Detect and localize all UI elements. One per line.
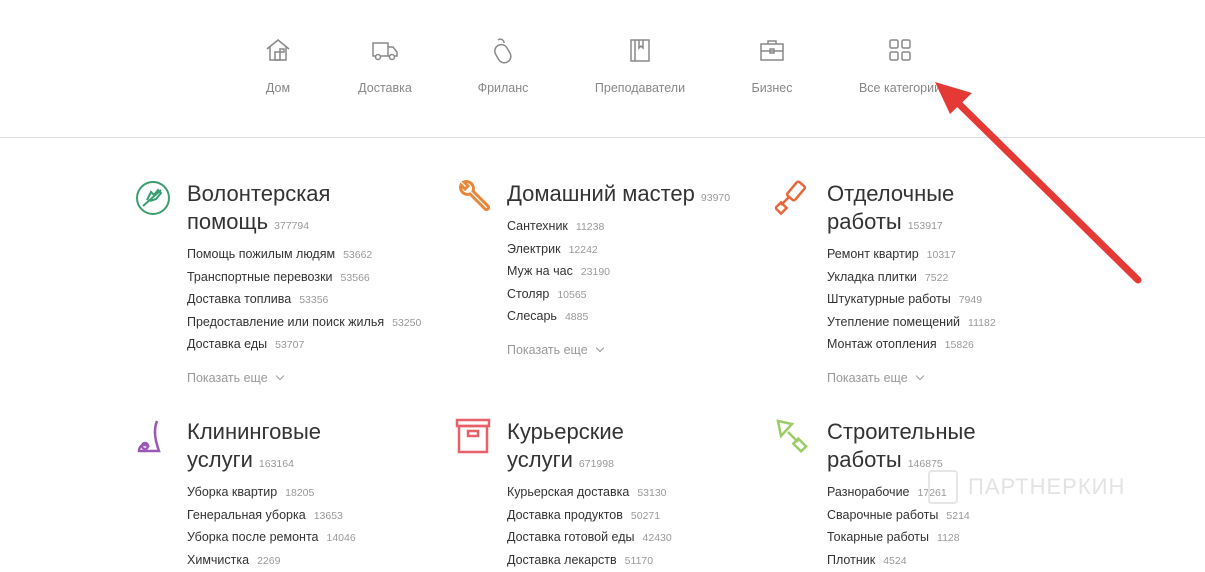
red-arrow-annotation xyxy=(0,0,1205,570)
